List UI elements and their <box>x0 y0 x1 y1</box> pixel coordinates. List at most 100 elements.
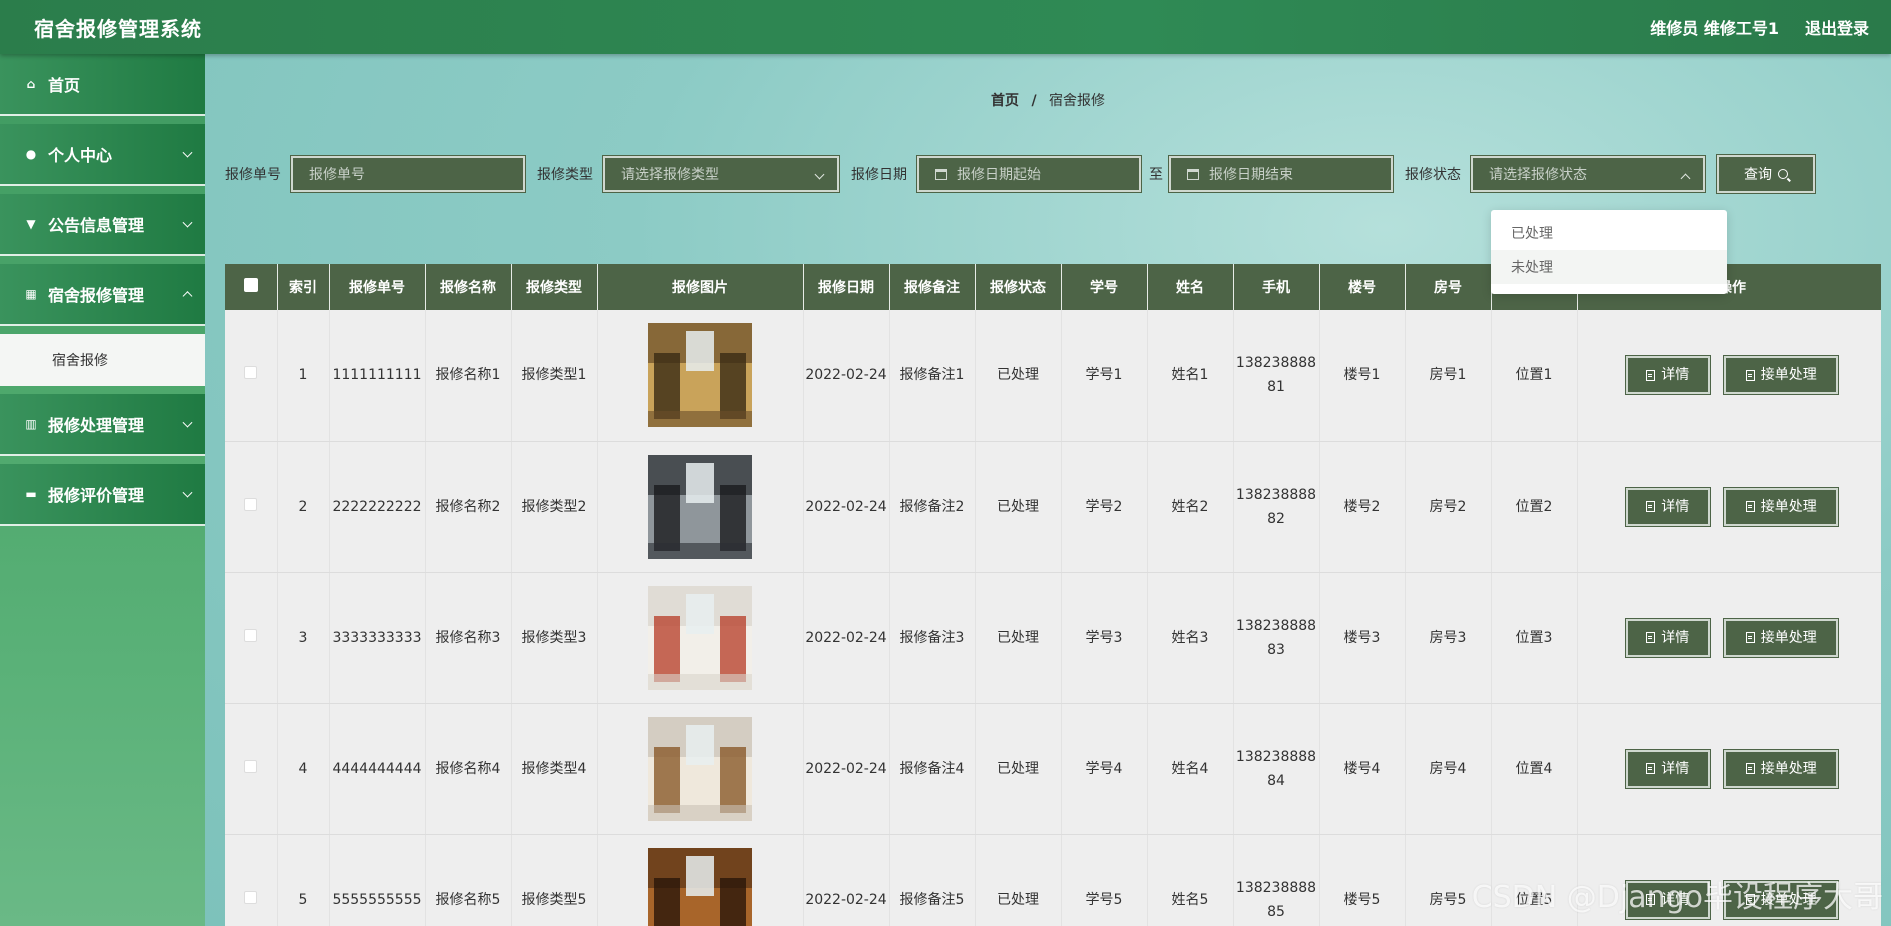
cell-position: 位置2 <box>1491 441 1578 573</box>
document-icon <box>1646 763 1656 774</box>
repair-status-select[interactable]: 请选择报修状态 <box>1470 155 1706 193</box>
repair-type-select[interactable]: 请选择报修类型 <box>602 155 840 193</box>
accept-handle-button[interactable]: 接单处理 <box>1723 355 1840 396</box>
sidebar-item-dorm-repair[interactable]: ▦ 宿舍报修管理 <box>0 264 205 326</box>
table-row: 2 2222222222 报修名称2 报修类型2 2022-02-24 报修备注… <box>225 441 1881 573</box>
column-header: 报修类型 <box>511 264 598 310</box>
table-row: 3 3333333333 报修名称3 报修类型3 2022-02-24 报修备注… <box>225 572 1881 704</box>
repair-photo <box>648 585 752 690</box>
sidebar-item-personal-center[interactable]: ● 个人中心 <box>0 124 205 186</box>
row-select-cell[interactable] <box>225 310 278 442</box>
chevron-up-icon <box>182 291 193 302</box>
notice-icon: ▼ <box>26 217 36 231</box>
column-header: 手机 <box>1233 264 1320 310</box>
row-select-cell[interactable] <box>225 572 278 704</box>
date-end-input[interactable]: 报修日期结束 <box>1168 155 1394 193</box>
row-select-cell[interactable] <box>225 441 278 573</box>
breadcrumb-home[interactable]: 首页 <box>991 93 1019 109</box>
detail-button-label: 详情 <box>1661 760 1690 777</box>
accept-handle-button[interactable]: 接单处理 <box>1723 617 1840 658</box>
document-icon <box>1646 501 1656 512</box>
cell-phone: 13823888885 <box>1233 834 1320 926</box>
row-checkbox[interactable] <box>244 628 258 642</box>
cell-student-name: 姓名5 <box>1147 834 1234 926</box>
cell-actions: 详情 接单处理 <box>1577 572 1881 704</box>
sidebar-subitem-dorm-repair[interactable]: 宿舍报修 <box>0 334 205 386</box>
table-row: 4 4444444444 报修名称4 报修类型4 2022-02-24 报修备注… <box>225 703 1881 835</box>
sidebar-item-home[interactable]: ⌂ 首页 <box>0 54 205 116</box>
cell-index: 2 <box>277 441 330 573</box>
row-select-cell[interactable] <box>225 834 278 926</box>
document-icon <box>1745 369 1755 381</box>
cell-room: 房号3 <box>1405 572 1492 704</box>
cell-repair-status: 已处理 <box>975 310 1062 442</box>
column-header: 索引 <box>277 264 330 310</box>
chevron-down-icon <box>182 217 193 228</box>
breadcrumb-separator: / <box>1031 93 1037 109</box>
detail-button-label: 详情 <box>1661 367 1690 384</box>
column-header: 报修状态 <box>975 264 1062 310</box>
cell-index: 1 <box>277 310 330 442</box>
status-dropdown: 已处理 未处理 <box>1491 210 1727 294</box>
cell-repair-note: 报修备注3 <box>889 572 976 704</box>
select-all-header[interactable] <box>225 264 278 310</box>
cell-room: 房号1 <box>1405 310 1492 442</box>
row-select-cell[interactable] <box>225 703 278 835</box>
row-checkbox[interactable] <box>244 497 258 511</box>
row-checkbox[interactable] <box>244 890 258 904</box>
detail-button[interactable]: 详情 <box>1624 355 1711 396</box>
status-option-unprocessed[interactable]: 未处理 <box>1491 250 1727 284</box>
cell-repair-note: 报修备注5 <box>889 834 976 926</box>
accept-handle-button[interactable]: 接单处理 <box>1723 486 1840 527</box>
date-start-placeholder: 报修日期起始 <box>957 167 1041 183</box>
cell-actions: 详情 接单处理 <box>1577 310 1881 442</box>
logout-link[interactable]: 退出登录 <box>1805 15 1869 39</box>
sidebar-item-repair-process[interactable]: ▥ 报修处理管理 <box>0 394 205 456</box>
query-button[interactable]: 查询 <box>1716 154 1816 194</box>
accept-handle-button-label: 接单处理 <box>1760 367 1817 384</box>
row-checkbox[interactable] <box>244 366 258 380</box>
sidebar-item-repair-review[interactable]: ▬ 报修评价管理 <box>0 464 205 526</box>
user-icon: ● <box>25 147 37 161</box>
cell-repair-status: 已处理 <box>975 441 1062 573</box>
cell-repair-type: 报修类型5 <box>511 834 598 926</box>
current-user[interactable]: 维修员 维修工号1 <box>1650 15 1779 39</box>
sidebar-item-label: 首页 <box>48 76 81 95</box>
date-start-input[interactable]: 报修日期起始 <box>916 155 1142 193</box>
cell-repair-image <box>597 703 804 835</box>
order-no-input[interactable]: 报修单号 <box>290 155 526 193</box>
detail-button[interactable]: 详情 <box>1624 748 1711 789</box>
select-all-checkbox[interactable] <box>243 278 258 292</box>
repair-type-placeholder: 请选择报修类型 <box>621 167 719 183</box>
detail-button[interactable]: 详情 <box>1624 617 1711 658</box>
status-option-label: 未处理 <box>1511 260 1553 276</box>
order-no-placeholder: 报修单号 <box>309 167 365 183</box>
breadcrumb-current: 宿舍报修 <box>1049 93 1106 109</box>
sidebar-item-notice[interactable]: ▼ 公告信息管理 <box>0 194 205 256</box>
grid-icon: ▦ <box>25 287 37 301</box>
cell-index: 3 <box>277 572 330 704</box>
accept-handle-button[interactable]: 接单处理 <box>1723 748 1840 789</box>
table-row: 1 1111111111 报修名称1 报修类型1 2022-02-24 报修备注… <box>225 310 1881 442</box>
cell-building: 楼号5 <box>1319 834 1406 926</box>
row-checkbox[interactable] <box>244 759 258 773</box>
top-right-menu: 维修员 维修工号1 退出登录 <box>1650 15 1869 39</box>
cell-student-id: 学号1 <box>1061 310 1148 442</box>
document-icon <box>1745 632 1755 643</box>
sidebar-item-label: 宿舍报修管理 <box>48 286 145 305</box>
cell-building: 楼号1 <box>1319 310 1406 442</box>
cell-order-no: 4444444444 <box>329 703 426 835</box>
repair-photo <box>648 323 752 428</box>
cell-phone: 13823888883 <box>1233 572 1320 704</box>
cell-room: 房号2 <box>1405 441 1492 573</box>
status-option-processed[interactable]: 已处理 <box>1491 216 1727 250</box>
cell-student-name: 姓名2 <box>1147 441 1234 573</box>
cell-repair-status: 已处理 <box>975 834 1062 926</box>
cell-actions: 详情 接单处理 <box>1577 441 1881 573</box>
detail-button[interactable]: 详情 <box>1624 486 1711 527</box>
repair-status-placeholder: 请选择报修状态 <box>1489 167 1587 183</box>
cell-repair-type: 报修类型4 <box>511 703 598 835</box>
cell-room: 房号4 <box>1405 703 1492 835</box>
ticket-icon: ▬ <box>25 487 37 501</box>
cell-student-name: 姓名1 <box>1147 310 1234 442</box>
